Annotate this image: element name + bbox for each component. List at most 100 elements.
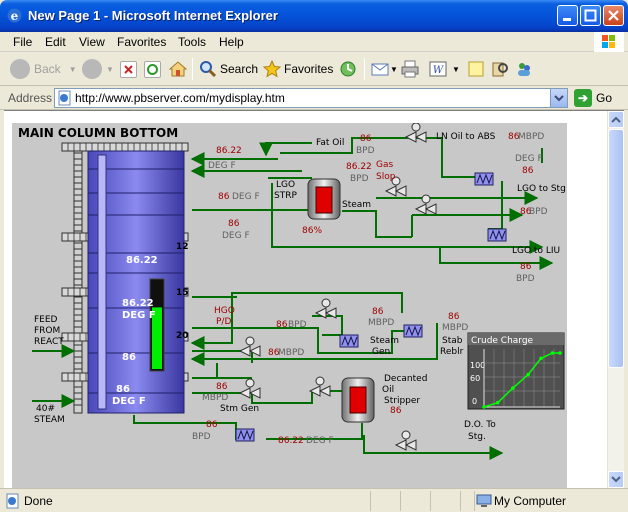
process-diagram: MAIN COLUMN BOTTOM 12 15 20 86.22 86.22 …	[18, 122, 566, 460]
toolbar-separator	[192, 58, 193, 80]
label-feed: FEED	[34, 315, 58, 325]
value-unit: DEG F	[515, 154, 543, 164]
value-readout: 86	[218, 192, 230, 202]
value-readout: 86.22	[346, 162, 372, 172]
column-temp-mid-unit: DEG F	[122, 310, 156, 321]
column-level-value: 86	[122, 352, 136, 363]
menu-tools[interactable]: Tools	[178, 35, 206, 49]
value-unit: BPD	[516, 274, 535, 284]
refresh-button[interactable]	[144, 58, 165, 80]
status-text: Done	[24, 494, 53, 508]
svg-text:W: W	[433, 65, 444, 76]
value-readout: 86	[206, 420, 218, 430]
close-button[interactable]	[603, 5, 624, 26]
ie-icon: e	[7, 8, 22, 23]
value-unit: BPD	[288, 320, 307, 330]
value-readout: 86	[390, 406, 402, 416]
chevron-up-icon	[611, 116, 621, 123]
label-do-stg2: Stg.	[468, 432, 486, 442]
scroll-down-button[interactable]	[608, 471, 624, 488]
menu-view[interactable]: View	[79, 35, 105, 49]
label-decanted: Decanted	[384, 374, 427, 384]
discuss-button[interactable]	[466, 58, 486, 80]
label-steam-gen: Steam	[370, 336, 399, 346]
menu-favorites[interactable]: Favorites	[117, 35, 166, 49]
decanted-oil-stripper-drum	[341, 377, 375, 423]
search-label: Search	[220, 62, 259, 76]
value-readout: 86	[522, 166, 534, 176]
minimize-button[interactable]	[557, 5, 578, 26]
label-feed3: REACT	[34, 337, 64, 347]
process-display: MAIN COLUMN BOTTOM 12 15 20 86.22 86.22 …	[12, 122, 567, 488]
search-icon	[200, 61, 217, 78]
stop-button[interactable]	[120, 58, 141, 80]
menu-help[interactable]: Help	[219, 35, 244, 49]
svg-text:e: e	[11, 9, 19, 23]
label-gas-slop2: Slop	[376, 172, 396, 182]
search-button[interactable]: Search	[198, 58, 258, 80]
favorites-label: Favorites	[284, 62, 334, 76]
messenger-button[interactable]	[514, 58, 534, 80]
value-readout: 86	[276, 320, 288, 330]
status-cell	[430, 491, 460, 511]
value-unit: DEG F	[208, 161, 236, 171]
print-button[interactable]	[400, 58, 420, 80]
forward-button[interactable]: ▼	[82, 58, 114, 80]
menu-edit[interactable]: Edit	[45, 35, 66, 49]
label-fat-oil: Fat Oil	[316, 138, 344, 148]
chevron-down-icon: ▼	[452, 64, 460, 74]
valve	[404, 122, 427, 143]
page-done-icon	[6, 493, 19, 509]
column-temp-bottom: 86	[116, 384, 130, 395]
status-cell	[400, 491, 430, 511]
address-input[interactable]: http://www.pbserver.com/mydisplay.htm	[54, 88, 568, 108]
maximize-icon	[584, 9, 597, 22]
stop-icon	[120, 60, 137, 78]
printer-icon	[401, 60, 419, 78]
history-button[interactable]	[338, 58, 358, 80]
value-readout: 86	[372, 307, 384, 317]
scrollbar-thumb[interactable]	[608, 129, 624, 368]
value-unit: BPD	[350, 174, 369, 184]
chart-point	[511, 386, 515, 390]
maximize-button[interactable]	[580, 5, 601, 26]
back-button[interactable]: Back ▼	[10, 58, 77, 80]
window-title: New Page 1 - Microsoft Internet Explorer	[28, 8, 278, 23]
status-bar: Done My Computer	[0, 488, 628, 512]
value-readout: 86	[448, 312, 460, 322]
research-button[interactable]	[490, 58, 510, 80]
chart-title: Crude Charge	[471, 336, 534, 346]
valve	[238, 378, 261, 399]
address-dropdown-button[interactable]	[550, 89, 567, 107]
chart-point	[482, 405, 486, 409]
toolbar-separator	[364, 58, 365, 80]
chevron-down-icon: ▼	[390, 64, 398, 74]
note-icon	[468, 61, 484, 77]
tray-15-label: 15	[176, 288, 189, 298]
vertical-scrollbar[interactable]	[607, 111, 624, 488]
menu-file[interactable]: File	[13, 35, 32, 49]
value-readout: 86.22	[278, 436, 304, 446]
star-icon	[262, 59, 282, 78]
favorites-button[interactable]: Favorites	[262, 58, 333, 80]
label-lgo-liu: LGO to LIU	[512, 246, 560, 256]
chart-point	[558, 351, 562, 355]
page-viewport: MAIN COLUMN BOTTOM 12 15 20 86.22 86.22 …	[4, 110, 624, 488]
home-button[interactable]	[168, 58, 188, 80]
label-hgo: HGO	[214, 306, 235, 316]
label-stab2: Reblr	[440, 347, 464, 357]
mail-button[interactable]: ▼	[370, 58, 398, 80]
scroll-up-button[interactable]	[608, 111, 624, 128]
minimize-icon	[563, 18, 571, 21]
value-unit: MBPD	[442, 323, 468, 333]
value-unit: MBPD	[278, 348, 304, 358]
chevron-down-icon: ▼	[106, 64, 114, 74]
value-unit: MBPD	[368, 318, 394, 328]
edit-button[interactable]: W ▼	[428, 58, 460, 80]
research-icon	[492, 62, 508, 77]
go-button[interactable]: ➔ Go	[574, 89, 612, 107]
page-icon	[58, 90, 71, 106]
menu-bar: File Edit View Favorites Tools Help	[0, 32, 628, 52]
value-readout: 86.22	[216, 146, 242, 156]
home-icon	[168, 61, 188, 77]
